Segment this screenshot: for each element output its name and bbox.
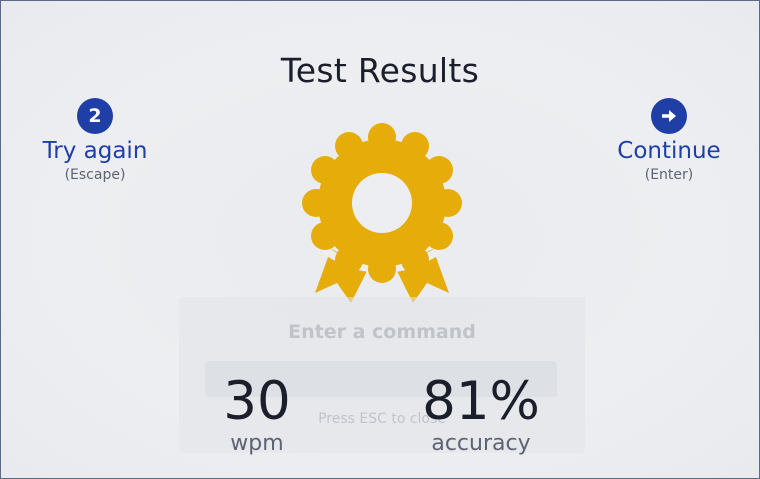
award-ribbon-icon — [301, 121, 463, 303]
arrow-right-icon — [651, 98, 687, 134]
try-again-hint: (Escape) — [64, 167, 126, 183]
results-screen: Test Results 2 Try again (Escape) Contin… — [0, 0, 760, 479]
try-again-label: Try again — [42, 138, 148, 164]
wpm-label: wpm — [230, 431, 284, 456]
try-again-button[interactable]: 2 Try again (Escape) — [25, 98, 165, 183]
wpm-stat: 30 wpm — [197, 369, 317, 456]
accuracy-value: 81% — [422, 371, 540, 432]
continue-hint: (Enter) — [644, 167, 694, 183]
continue-label: Continue — [617, 138, 721, 164]
continue-button[interactable]: Continue (Enter) — [599, 98, 739, 183]
page-title: Test Results — [280, 51, 480, 90]
try-again-badge: 2 — [77, 98, 113, 134]
wpm-value: 30 — [223, 371, 291, 432]
accuracy-stat: 81% accuracy — [401, 369, 561, 456]
command-palette-title: Enter a command — [288, 321, 476, 343]
